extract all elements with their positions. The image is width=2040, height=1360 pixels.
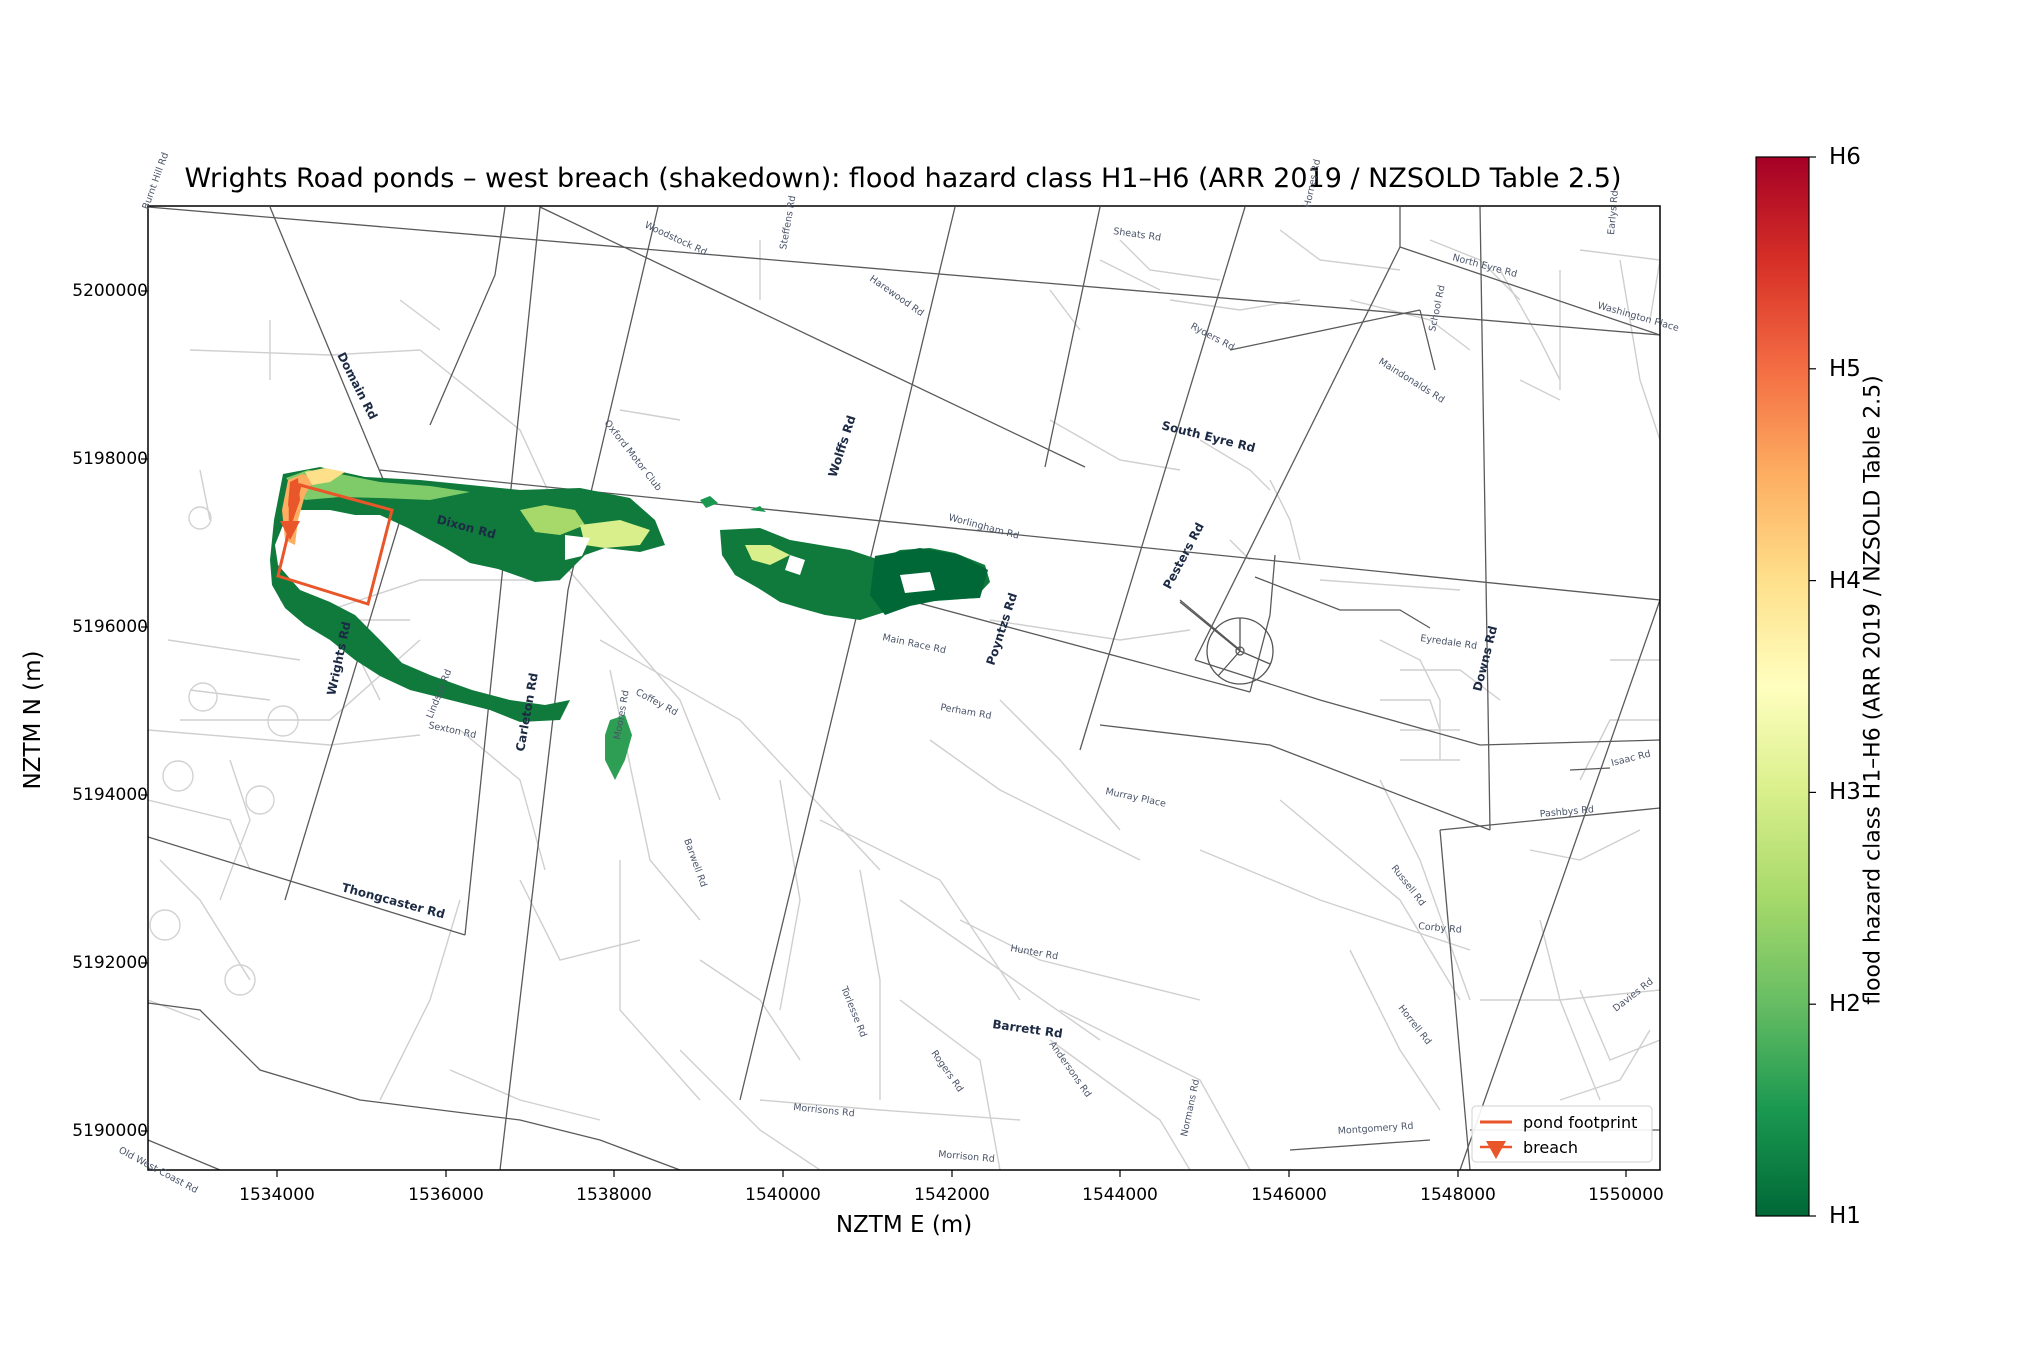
colorbar-tick-label: H6 bbox=[1829, 144, 1861, 170]
major-road-label: Domain Rd bbox=[334, 350, 380, 422]
major-road-label: Barrett Rd bbox=[992, 1017, 1064, 1041]
x-tick-label: 1550000 bbox=[1588, 1185, 1664, 1205]
minor-road-label: Oxford Motor Club bbox=[602, 418, 664, 493]
minor-road-label: Isaac Rd bbox=[1610, 748, 1652, 768]
minor-road-label: Pashbys Rd bbox=[1539, 804, 1594, 820]
road-labels: Domain RdDixon RdWolffs Rd South Eyre RdP… bbox=[117, 151, 1681, 1196]
x-tick-label: 1534000 bbox=[239, 1185, 315, 1205]
colorbar-tick-label: H3 bbox=[1829, 779, 1861, 806]
legend-pond-footprint: pond footprint bbox=[1523, 1113, 1637, 1132]
x-tick-label: 1544000 bbox=[1082, 1185, 1158, 1205]
x-axis-label: NZTM E (m) bbox=[835, 1212, 973, 1238]
x-tick-label: 1538000 bbox=[576, 1185, 652, 1205]
minor-road-label: Corby Rd bbox=[1418, 921, 1462, 936]
tick-marks bbox=[141, 290, 1627, 1177]
minor-road-label: Main Race Rd bbox=[881, 632, 947, 656]
breach-marker-icon bbox=[280, 521, 300, 540]
minor-road-label: Harewood Rd bbox=[867, 273, 925, 318]
colorbar bbox=[1755, 156, 1810, 1217]
x-tick-label: 1540000 bbox=[745, 1185, 821, 1205]
colorbar-tick-label: H2 bbox=[1829, 991, 1861, 1018]
minor-roads bbox=[148, 229, 1660, 1170]
colorbar-tick-label: H5 bbox=[1829, 355, 1861, 382]
y-tick-label: 5200000 bbox=[72, 281, 148, 301]
minor-road-label: Sheats Rd bbox=[1113, 226, 1162, 244]
minor-road-label: Torlesse Rd bbox=[838, 984, 869, 1039]
roundabout bbox=[1179, 601, 1274, 685]
minor-road-label: Perham Rd bbox=[939, 702, 992, 722]
minor-road-label: Russell Rd bbox=[1389, 863, 1428, 908]
major-road-label: Wolffs Rd bbox=[826, 414, 859, 479]
minor-road-label: Montgomery Rd bbox=[1337, 1121, 1413, 1137]
minor-road-label: Morrisons Rd bbox=[793, 1102, 855, 1119]
minor-road-label: School Rd bbox=[1427, 284, 1448, 332]
major-road-label: Pesters Rd bbox=[1160, 520, 1207, 591]
minor-road-label: Burnt Hill Rd bbox=[140, 151, 171, 211]
minor-road-label: Hunter Rd bbox=[1009, 943, 1058, 962]
minor-road-label: Ryders Rd bbox=[1189, 321, 1237, 353]
figure: Wrights Road ponds – west breach (shaked… bbox=[0, 0, 2040, 1360]
minor-road-label: Barwell Rd bbox=[681, 837, 709, 888]
y-tick-label: 5190000 bbox=[72, 1121, 148, 1141]
minor-road-label: Andersons Rd bbox=[1047, 1039, 1094, 1099]
legend: pond footprint breach bbox=[1471, 1105, 1653, 1163]
y-axis-label: NZTM N (m) bbox=[20, 650, 46, 790]
colorbar-ticks bbox=[1809, 156, 1816, 1217]
minor-road-label: Davies Rd bbox=[1611, 976, 1655, 1014]
map-canvas: Domain RdDixon RdWolffs Rd South Eyre RdP… bbox=[117, 151, 1816, 1217]
colorbar-tick-label: H1 bbox=[1829, 1203, 1861, 1229]
x-tick-label: 1548000 bbox=[1420, 1185, 1496, 1205]
minor-road-label: Rogers Rd bbox=[929, 1048, 966, 1094]
x-tick-label: 1542000 bbox=[914, 1185, 990, 1205]
minor-road-label: Murray Place bbox=[1104, 786, 1167, 810]
minor-road-label: Horrell Rd bbox=[1396, 1003, 1434, 1047]
minor-road-label: Woodstock Rd bbox=[643, 220, 709, 258]
x-tick-label: 1536000 bbox=[408, 1185, 484, 1205]
minor-road-label: Hornes Rd bbox=[1302, 158, 1323, 208]
y-tick-label: 5192000 bbox=[72, 953, 148, 973]
colorbar-label: flood hazard class H1–H6 (ARR 2019 / NZS… bbox=[1860, 375, 1886, 1005]
minor-road-label: Morrison Rd bbox=[938, 1149, 995, 1165]
y-tick-label: 5196000 bbox=[72, 617, 148, 637]
minor-road-label: Sexton Rd bbox=[427, 720, 477, 741]
plot-frame bbox=[147, 205, 1661, 1171]
minor-road-label: Steffens Rd bbox=[778, 195, 798, 251]
y-tick-label: 5198000 bbox=[72, 449, 148, 469]
flood-extent bbox=[270, 467, 990, 780]
x-tick-label: 1546000 bbox=[1251, 1185, 1327, 1205]
minor-road-label: Normans Rd bbox=[1179, 1078, 1202, 1137]
colorbar-tick-label: H4 bbox=[1829, 567, 1861, 594]
minor-road-label: Maindonalds Rd bbox=[1376, 356, 1446, 405]
y-tick-label: 5194000 bbox=[72, 785, 148, 805]
minor-road-label: Worlingham Rd bbox=[947, 512, 1020, 541]
major-road-label: Downs Rd bbox=[1470, 624, 1500, 692]
legend-breach: breach bbox=[1523, 1138, 1578, 1157]
minor-road-label: Earlys Rd bbox=[1606, 190, 1621, 235]
minor-road-label: Eyredale Rd bbox=[1420, 633, 1478, 652]
